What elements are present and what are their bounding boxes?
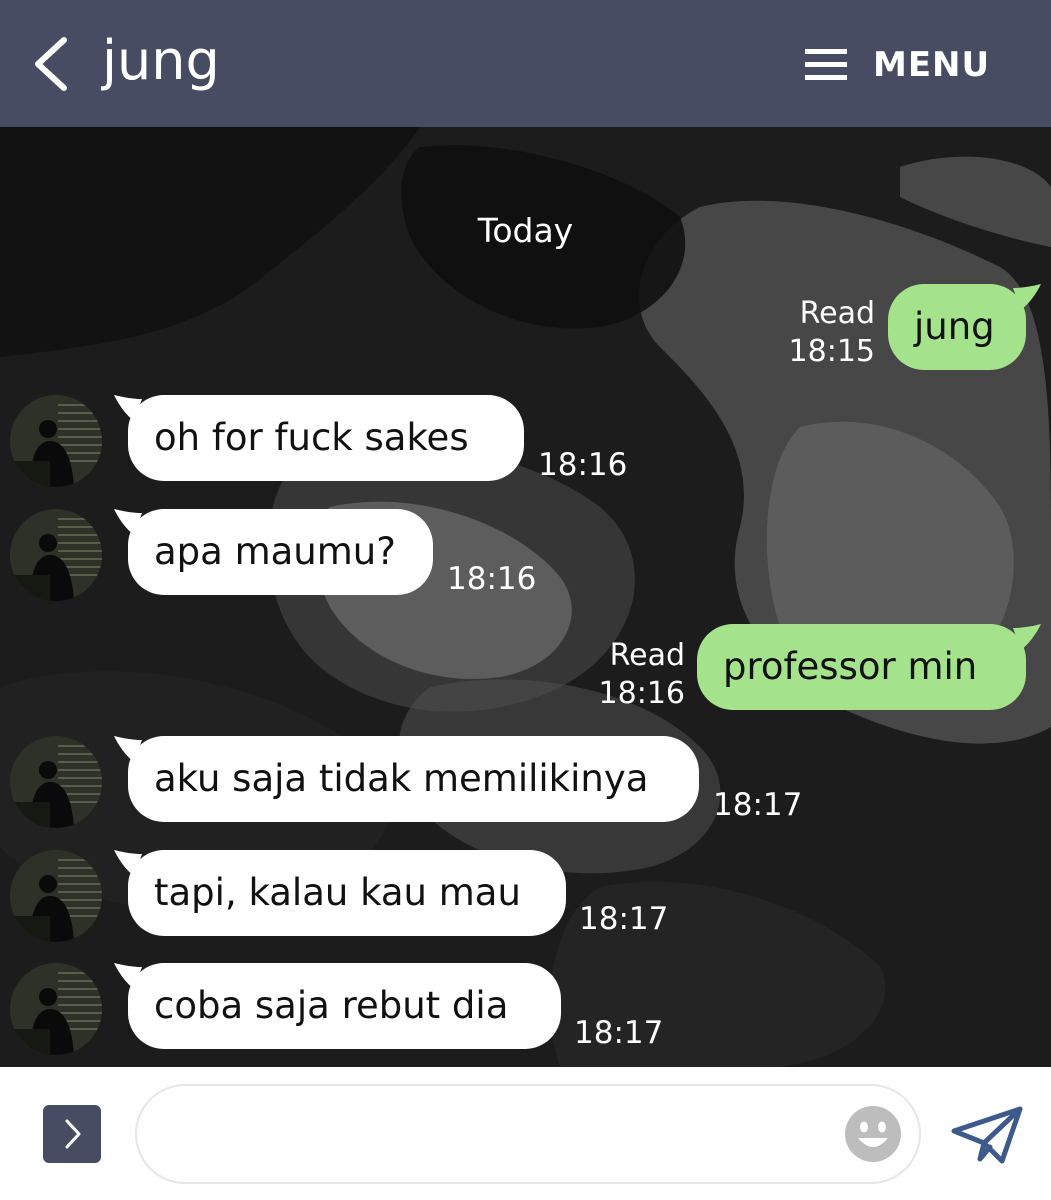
avatar-photo: [10, 736, 102, 828]
smiley-icon[interactable]: [843, 1104, 903, 1164]
message-time: 18:17: [574, 1015, 664, 1051]
menu-label: MENU: [873, 45, 991, 85]
avatar-photo: [10, 850, 102, 942]
avatar-photo: [10, 395, 102, 487]
read-label: Read: [609, 638, 685, 673]
read-receipt: Read 18:16: [580, 637, 685, 713]
chat-title: jung: [102, 29, 220, 92]
read-label: Read: [799, 296, 875, 331]
message-bubble-incoming[interactable]: tapi, kalau kau mau: [128, 850, 566, 936]
hamburger-icon: [805, 49, 847, 80]
message-bubble-incoming[interactable]: apa maumu?: [128, 509, 433, 595]
message-bubble-incoming[interactable]: aku saja tidak memilikinya: [128, 736, 699, 822]
message-bubble-outgoing[interactable]: professor min: [697, 624, 1026, 710]
avatar[interactable]: [10, 736, 102, 828]
chevron-left-icon[interactable]: [30, 36, 74, 92]
message-bubble-incoming[interactable]: coba saja rebut dia: [128, 963, 561, 1049]
avatar[interactable]: [10, 395, 102, 487]
message-time: 18:16: [598, 676, 685, 711]
message-time: 18:15: [788, 334, 875, 369]
avatar[interactable]: [10, 850, 102, 942]
chat-header: jung MENU: [0, 0, 1051, 127]
message-input[interactable]: [135, 1084, 921, 1184]
date-separator: Today: [477, 211, 574, 250]
message-time: 18:16: [447, 561, 537, 597]
chevron-right-icon: [65, 1119, 81, 1149]
avatar-photo: [10, 963, 102, 1055]
message-bubble-incoming[interactable]: oh for fuck sakes: [128, 395, 524, 481]
avatar[interactable]: [10, 509, 102, 601]
message-time: 18:16: [538, 447, 628, 483]
menu-button[interactable]: MENU: [805, 40, 990, 90]
chat-area[interactable]: Today Read 18:15 jung oh for fuck sakes …: [0, 127, 1051, 1067]
expand-button[interactable]: [43, 1105, 101, 1163]
avatar-photo: [10, 509, 102, 601]
message-bubble-outgoing[interactable]: jung: [888, 284, 1026, 370]
avatar[interactable]: [10, 963, 102, 1055]
message-time: 18:17: [579, 901, 669, 937]
read-receipt: Read 18:15: [770, 295, 875, 371]
message-input-bar: [0, 1067, 1051, 1200]
message-time: 18:17: [713, 787, 803, 823]
paper-plane-icon[interactable]: [950, 1105, 1024, 1165]
